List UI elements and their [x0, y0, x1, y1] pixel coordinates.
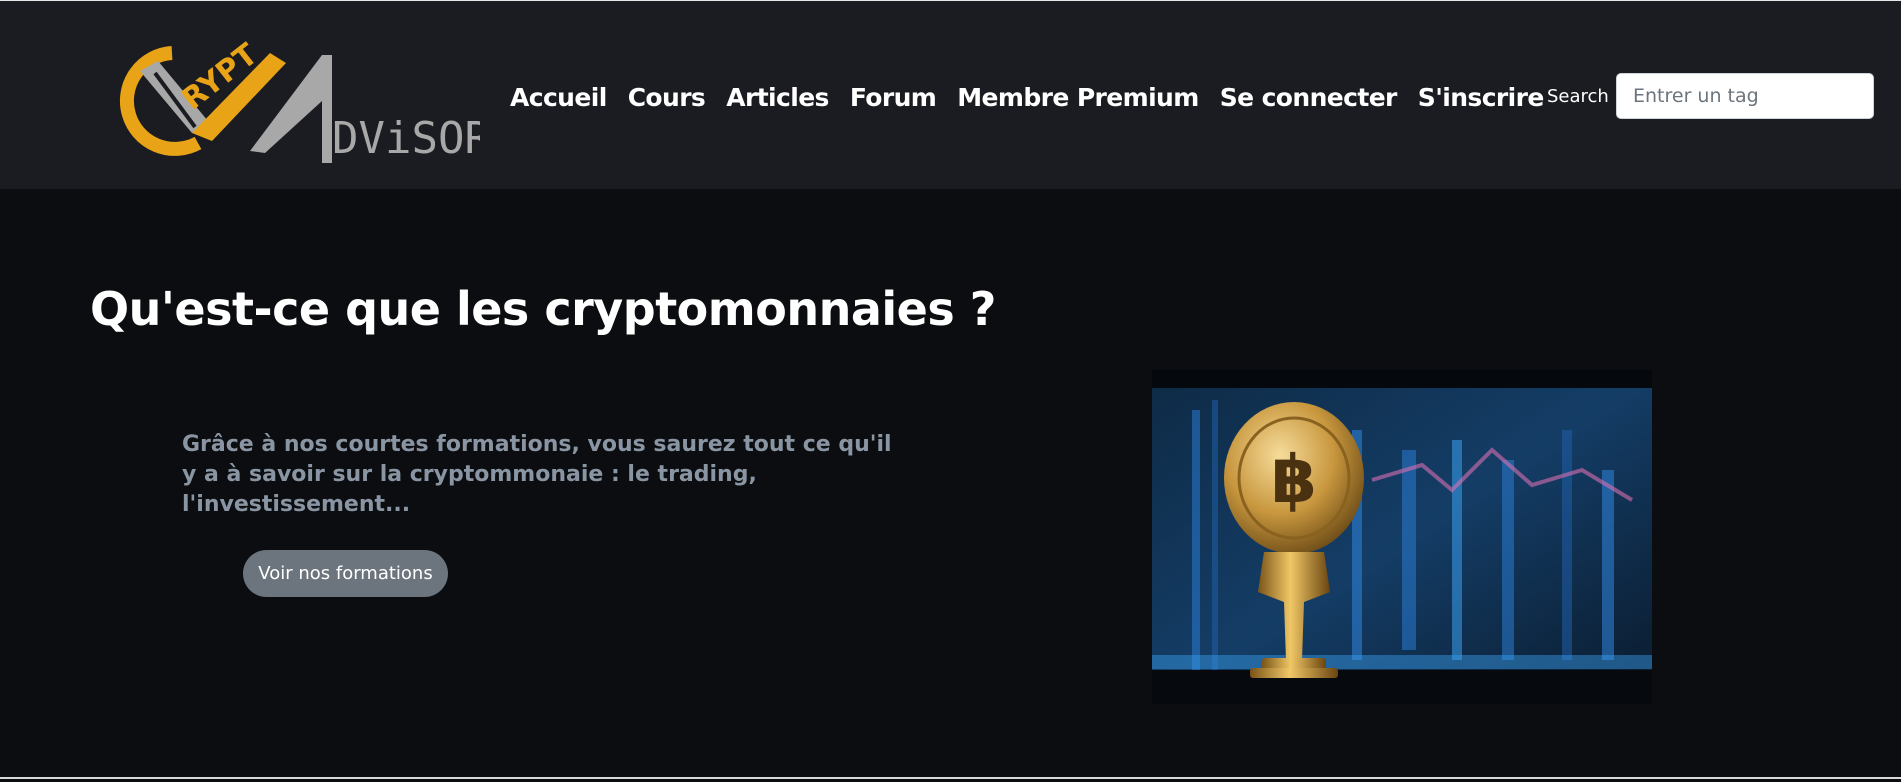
nav-accueil[interactable]: Accueil: [510, 83, 607, 112]
nav-cours[interactable]: Cours: [628, 83, 706, 112]
logo-graphic: RYPT DViSOR: [119, 37, 491, 164]
search-label: Search :: [1547, 86, 1621, 107]
nav-membre-premium[interactable]: Membre Premium: [957, 83, 1199, 112]
search-input[interactable]: [1616, 73, 1874, 119]
hero-title: Qu'est-ce que les cryptomonnaies ?: [90, 282, 996, 336]
main-nav: Accueil Cours Articles Forum Membre Prem…: [510, 79, 1544, 115]
nav-articles[interactable]: Articles: [726, 83, 829, 112]
nav-forum[interactable]: Forum: [850, 83, 937, 112]
hero-description: Grâce à nos courtes formations, vous sau…: [182, 432, 892, 517]
bitcoin-image: ฿: [1152, 370, 1652, 704]
navbar: RYPT DViSOR Accueil Cours Articles Forum…: [0, 1, 1901, 189]
voir-formations-button[interactable]: Voir nos formations: [243, 550, 448, 597]
svg-text:฿: ฿: [1271, 441, 1317, 518]
logo-text-bottom: DViSOR: [332, 113, 480, 164]
bottom-border: [0, 777, 1901, 779]
nav-sinscrire[interactable]: S'inscrire: [1418, 83, 1545, 112]
bitcoin-coin-icon: ฿: [1152, 370, 1652, 704]
site-logo[interactable]: RYPT DViSOR: [100, 37, 491, 171]
nav-se-connecter[interactable]: Se connecter: [1220, 83, 1398, 112]
